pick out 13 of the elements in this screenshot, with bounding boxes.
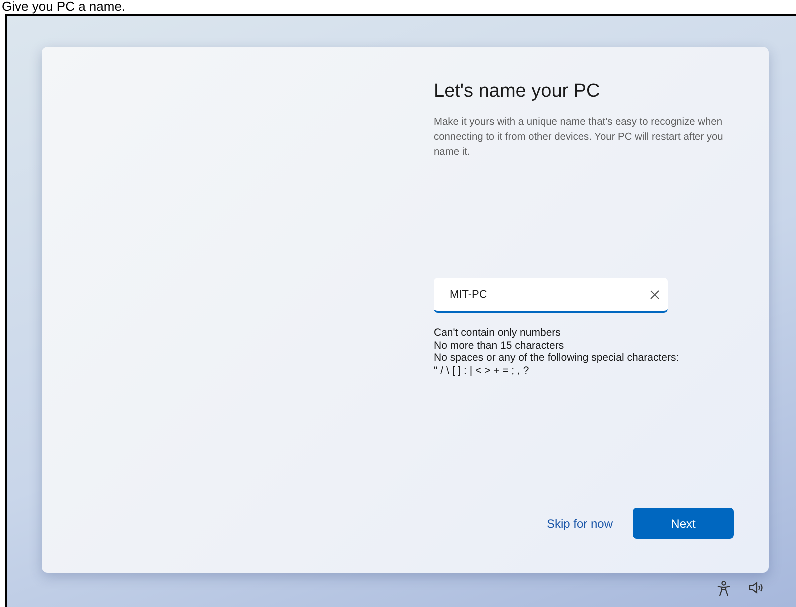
rule-text: Can't contain only numbers <box>434 327 562 340</box>
speaker-icon[interactable] <box>749 581 765 595</box>
page-title: Let's name your PC <box>434 81 602 103</box>
accessibility-icon[interactable] <box>717 581 731 597</box>
description: Make it yours with a unique name that's easy to recognize when connecting to it from other devices. Your PC will restart after you name it. <box>434 116 724 160</box>
clear-icon[interactable] <box>650 290 660 300</box>
next-button[interactable]: Next <box>633 508 734 539</box>
caption: Give you PC a name. <box>1 0 127 14</box>
rule-text: No spaces or any of the following special characters: <box>434 352 680 364</box>
rule-text: " / \ [ ] : | < > + = ; , ? <box>434 364 530 377</box>
skip-link[interactable]: Skip for now <box>546 516 613 530</box>
rule-text: No more than 15 characters <box>434 340 566 352</box>
pc-name-field[interactable]: MIT-PC <box>434 278 668 313</box>
